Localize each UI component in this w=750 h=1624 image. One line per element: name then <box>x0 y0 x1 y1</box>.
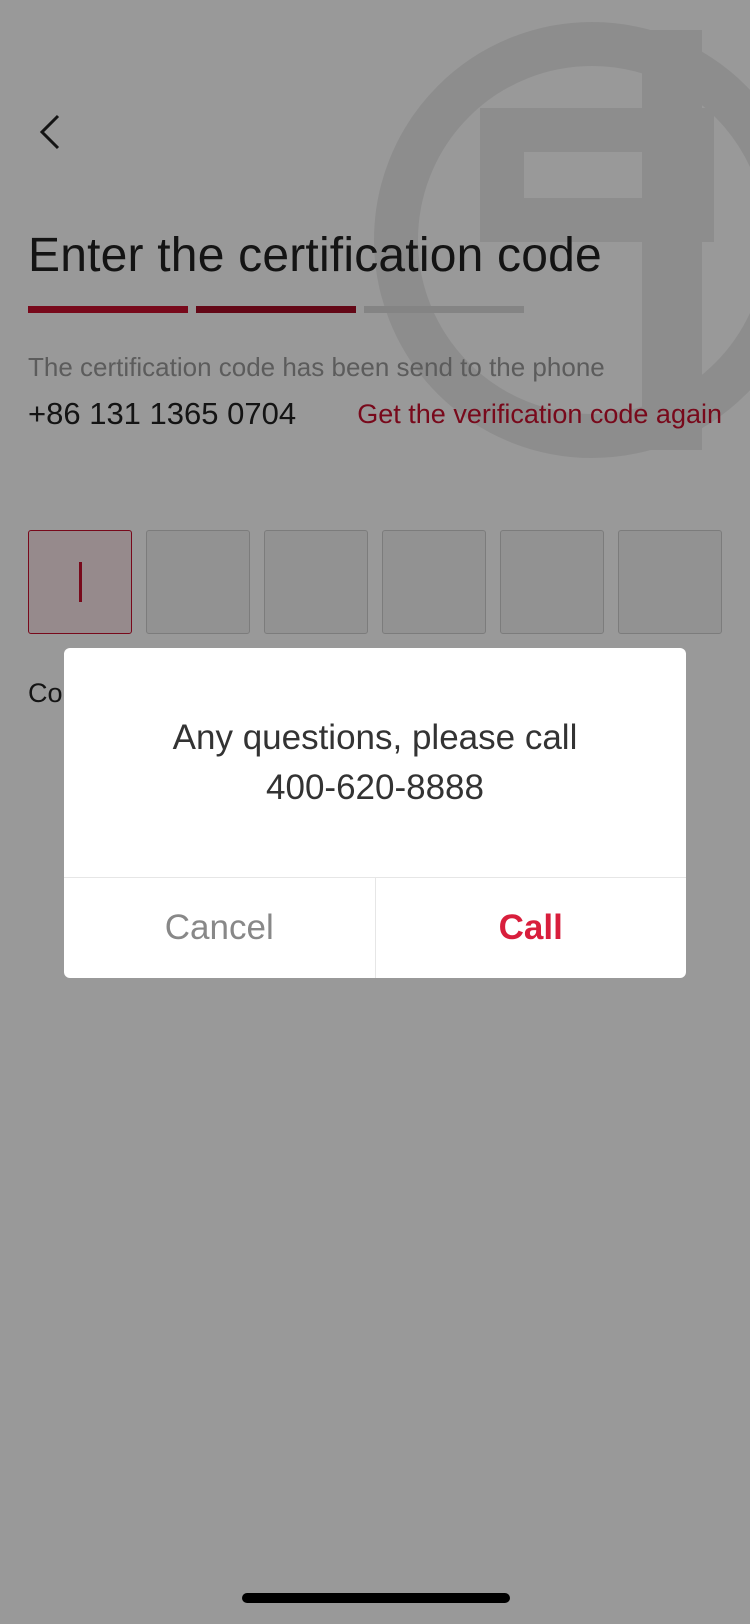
dialog-phone-number: 400-620-8888 <box>266 767 484 807</box>
dialog-actions: Cancel Call <box>64 878 686 978</box>
dialog-message: Any questions, please call 400-620-8888 <box>64 648 686 878</box>
dialog-message-line: Any questions, please call <box>172 717 578 757</box>
home-indicator[interactable] <box>242 1593 510 1603</box>
call-dialog: Any questions, please call 400-620-8888 … <box>64 648 686 978</box>
call-button[interactable]: Call <box>376 878 687 978</box>
verification-screen: Enter the certification code The certifi… <box>0 0 750 1624</box>
cancel-button[interactable]: Cancel <box>64 878 376 978</box>
